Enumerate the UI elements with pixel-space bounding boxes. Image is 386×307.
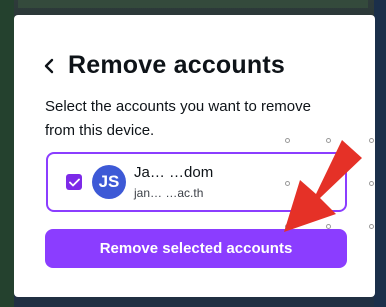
red-arrow-icon[interactable] bbox=[280, 140, 380, 235]
account-info: Ja… …dom jan… …ac.th bbox=[134, 163, 213, 201]
background-strip bbox=[18, 0, 368, 8]
avatar: JS bbox=[92, 165, 126, 199]
dialog-title: Remove accounts bbox=[68, 51, 285, 79]
account-name: Ja… …dom bbox=[134, 164, 214, 181]
checkmark-icon bbox=[68, 178, 80, 186]
account-checkbox[interactable] bbox=[66, 174, 82, 190]
dialog-header: Remove accounts bbox=[44, 51, 285, 80]
dialog-description: Select the accounts you want to remove f… bbox=[45, 98, 311, 139]
account-email: jan… …ac.th bbox=[134, 186, 204, 200]
chevron-left-icon[interactable] bbox=[44, 56, 58, 76]
